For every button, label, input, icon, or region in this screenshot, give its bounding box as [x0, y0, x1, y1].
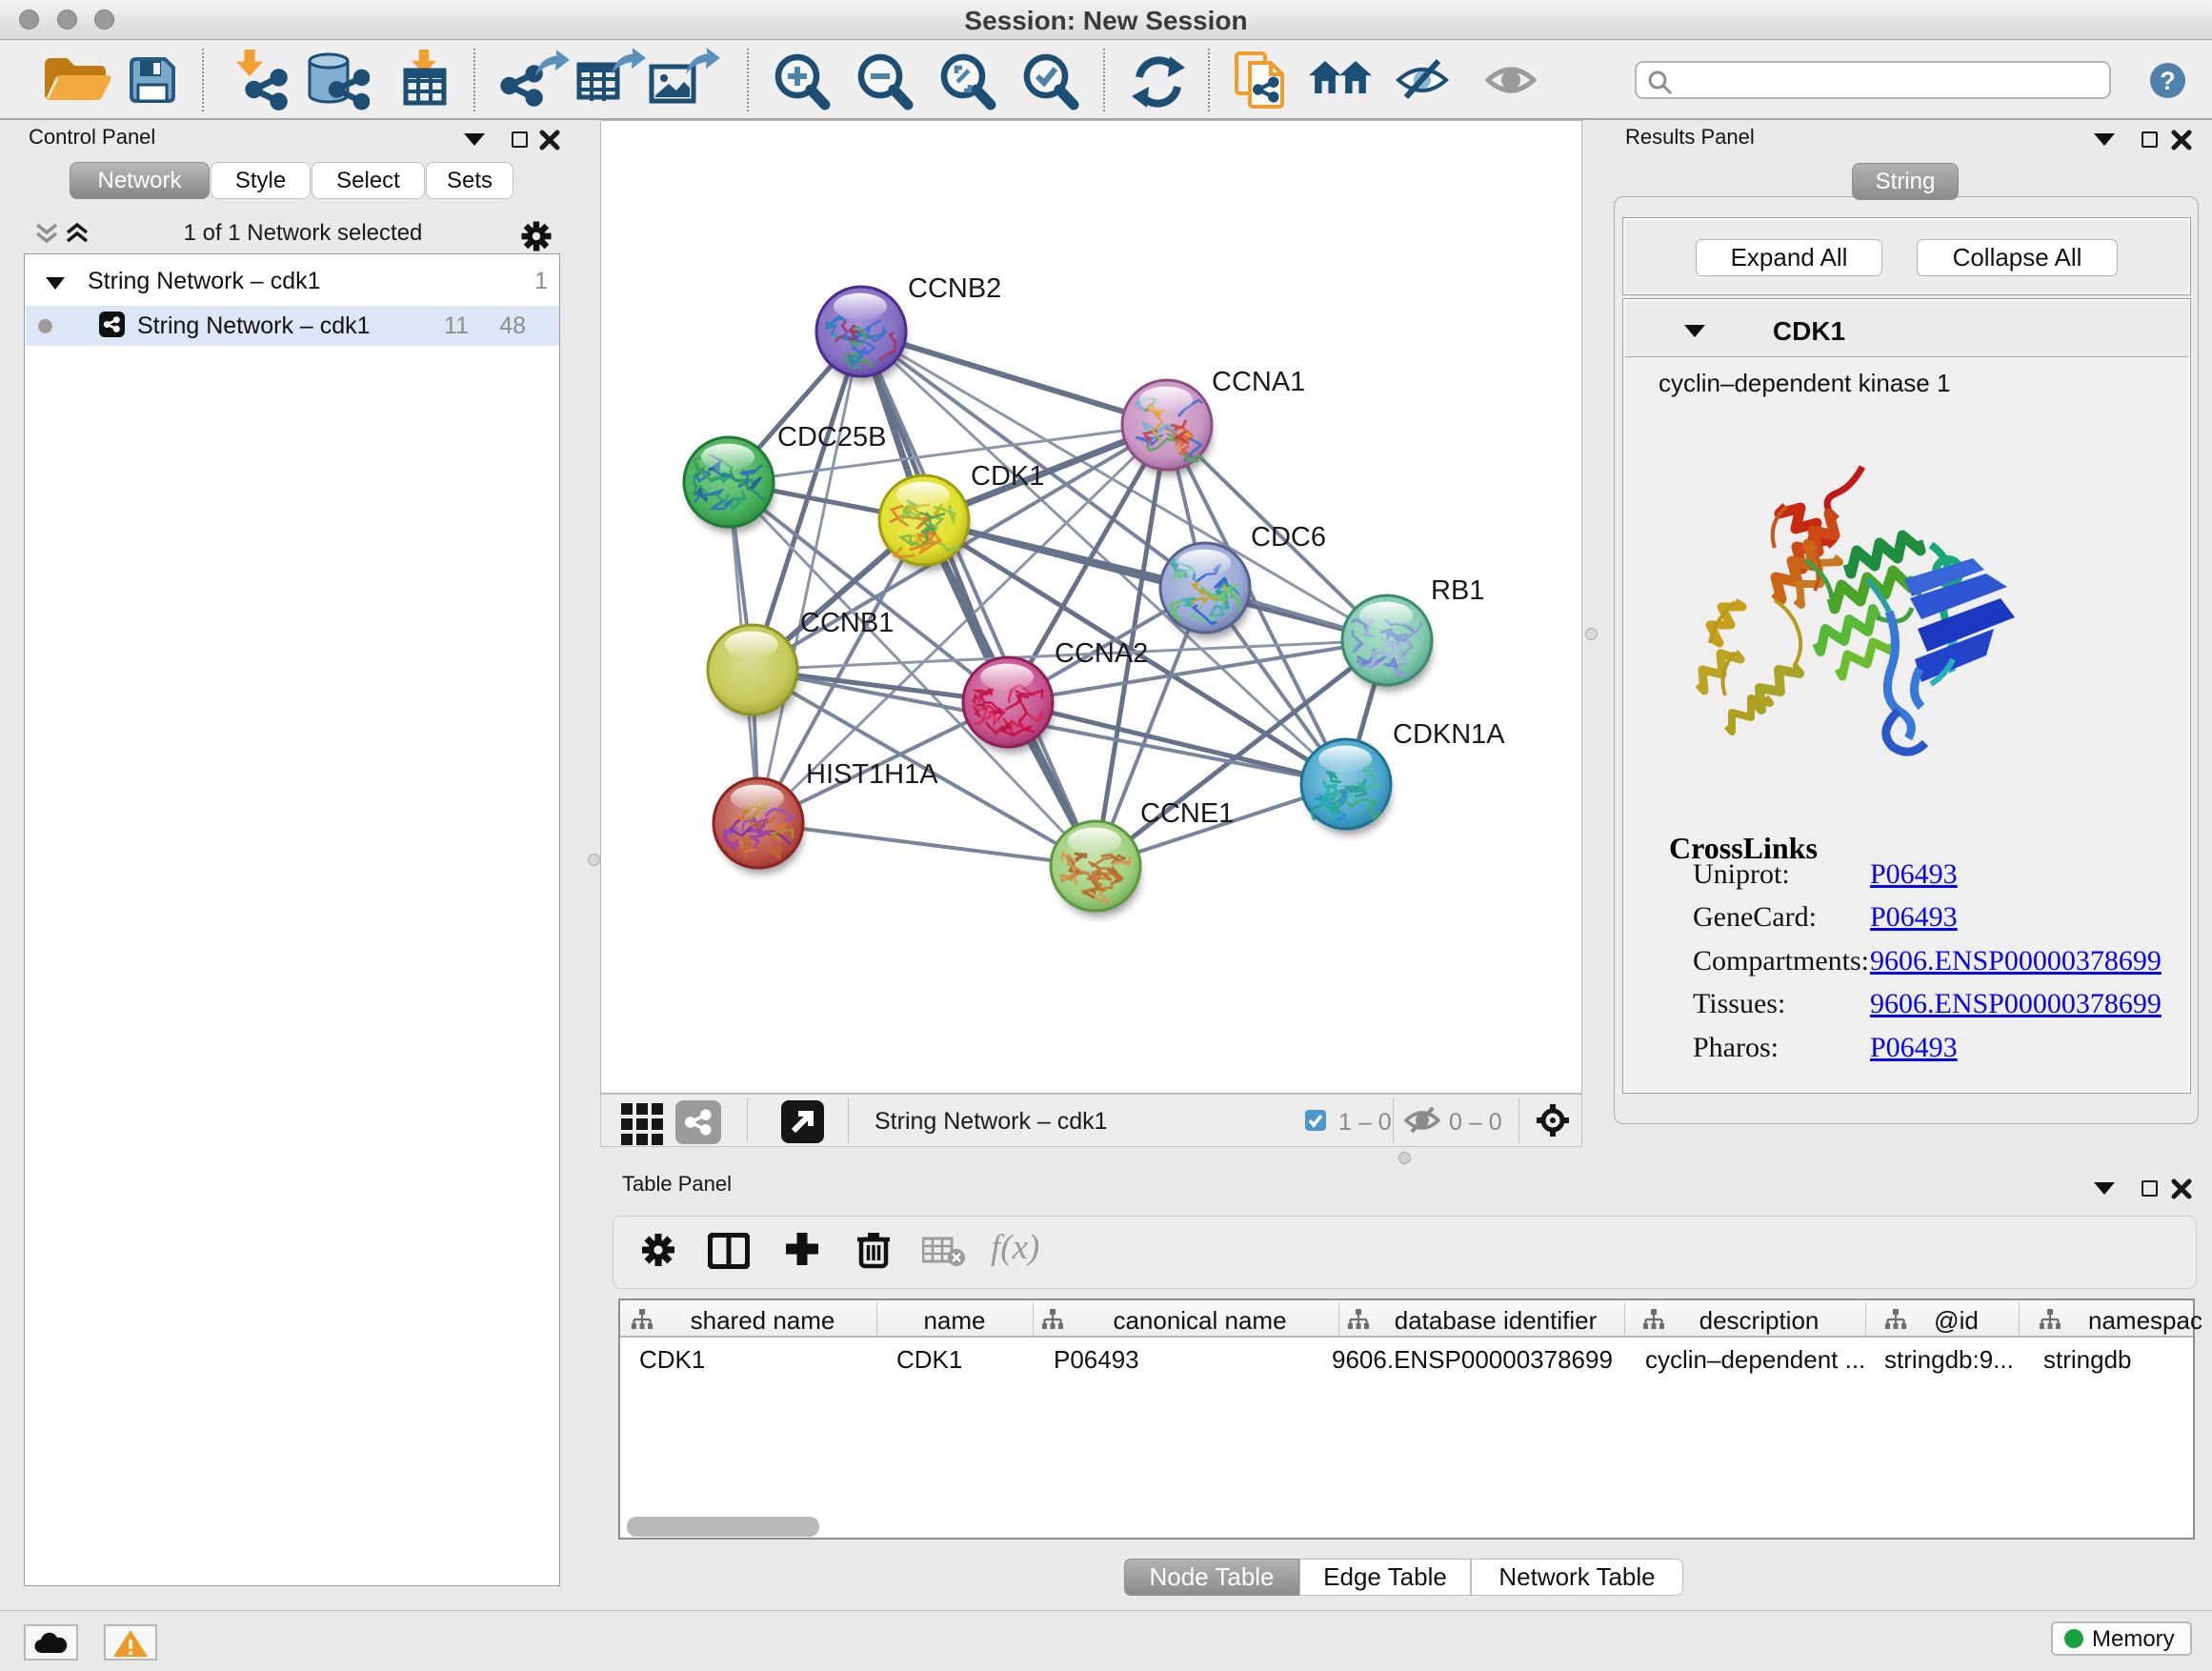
svg-text:CCNA2: CCNA2 — [1055, 638, 1148, 669]
svg-text:CCNB2: CCNB2 — [908, 273, 1001, 304]
svg-text:HIST1H1A: HIST1H1A — [806, 759, 938, 790]
svg-text:RB1: RB1 — [1431, 575, 1484, 606]
svg-text:CCNE1: CCNE1 — [1140, 798, 1234, 829]
svg-text:CCNB1: CCNB1 — [800, 608, 894, 638]
svg-text:CDK1: CDK1 — [971, 461, 1044, 492]
svg-text:CDC25B: CDC25B — [777, 422, 886, 453]
svg-text:CDKN1A: CDKN1A — [1393, 719, 1505, 750]
svg-text:CCNA1: CCNA1 — [1212, 367, 1305, 397]
svg-text:CDC6: CDC6 — [1251, 522, 1326, 553]
